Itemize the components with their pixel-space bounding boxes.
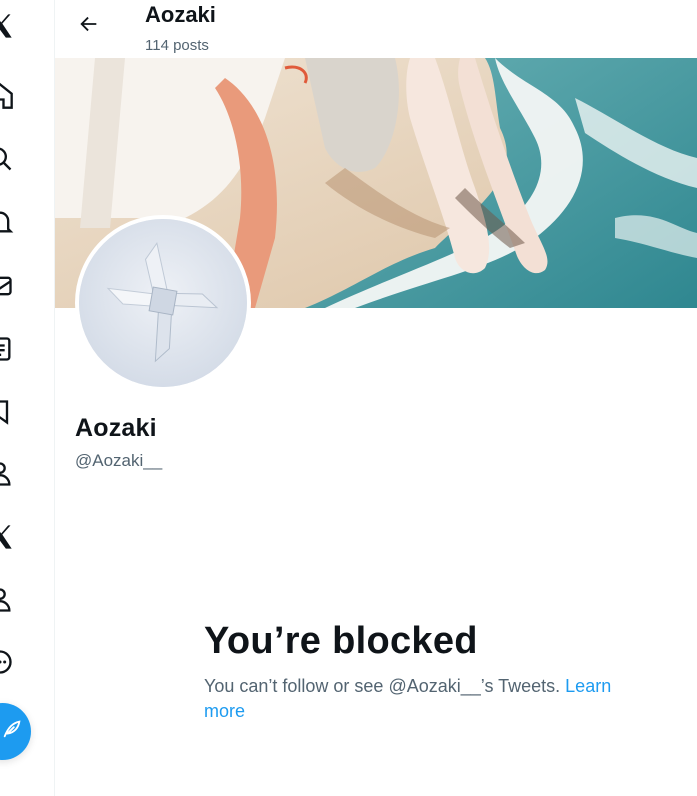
communities-icon[interactable] <box>0 398 14 426</box>
header-profile-name: Aozaki <box>145 2 216 27</box>
x-logo-icon[interactable] <box>0 12 14 40</box>
compose-button[interactable] <box>0 703 31 760</box>
notifications-icon[interactable] <box>0 208 14 236</box>
messages-icon[interactable] <box>0 272 14 300</box>
people-icon[interactable] <box>0 586 14 614</box>
profile-main: Aozaki 114 posts Aozaki @Aozaki__ You’re… <box>55 0 697 796</box>
blocked-message: You can’t follow or see @Aozaki__’s Twee… <box>204 676 561 696</box>
premium-icon[interactable] <box>0 523 14 551</box>
left-nav <box>0 0 55 796</box>
blocked-title: You’re blocked <box>204 620 478 662</box>
profile-header-bar: Aozaki 114 posts <box>55 0 697 58</box>
arrow-left-icon <box>78 13 100 40</box>
blocked-message-paragraph: You can’t follow or see @Aozaki__’s Twee… <box>204 674 634 724</box>
blocked-notice: You’re blocked You can’t follow or see @… <box>204 618 634 724</box>
home-icon[interactable] <box>0 82 14 110</box>
profile-icon[interactable] <box>0 460 14 488</box>
header-post-count: 114 posts <box>145 37 209 54</box>
back-button[interactable] <box>75 12 103 40</box>
compose-icon <box>1 718 23 745</box>
lists-icon[interactable] <box>0 335 14 363</box>
profile-avatar[interactable] <box>75 215 251 391</box>
search-icon[interactable] <box>0 145 14 173</box>
profile-handle: @Aozaki__ <box>75 451 163 470</box>
profile-display-name: Aozaki <box>75 414 157 442</box>
more-icon[interactable] <box>0 648 14 676</box>
